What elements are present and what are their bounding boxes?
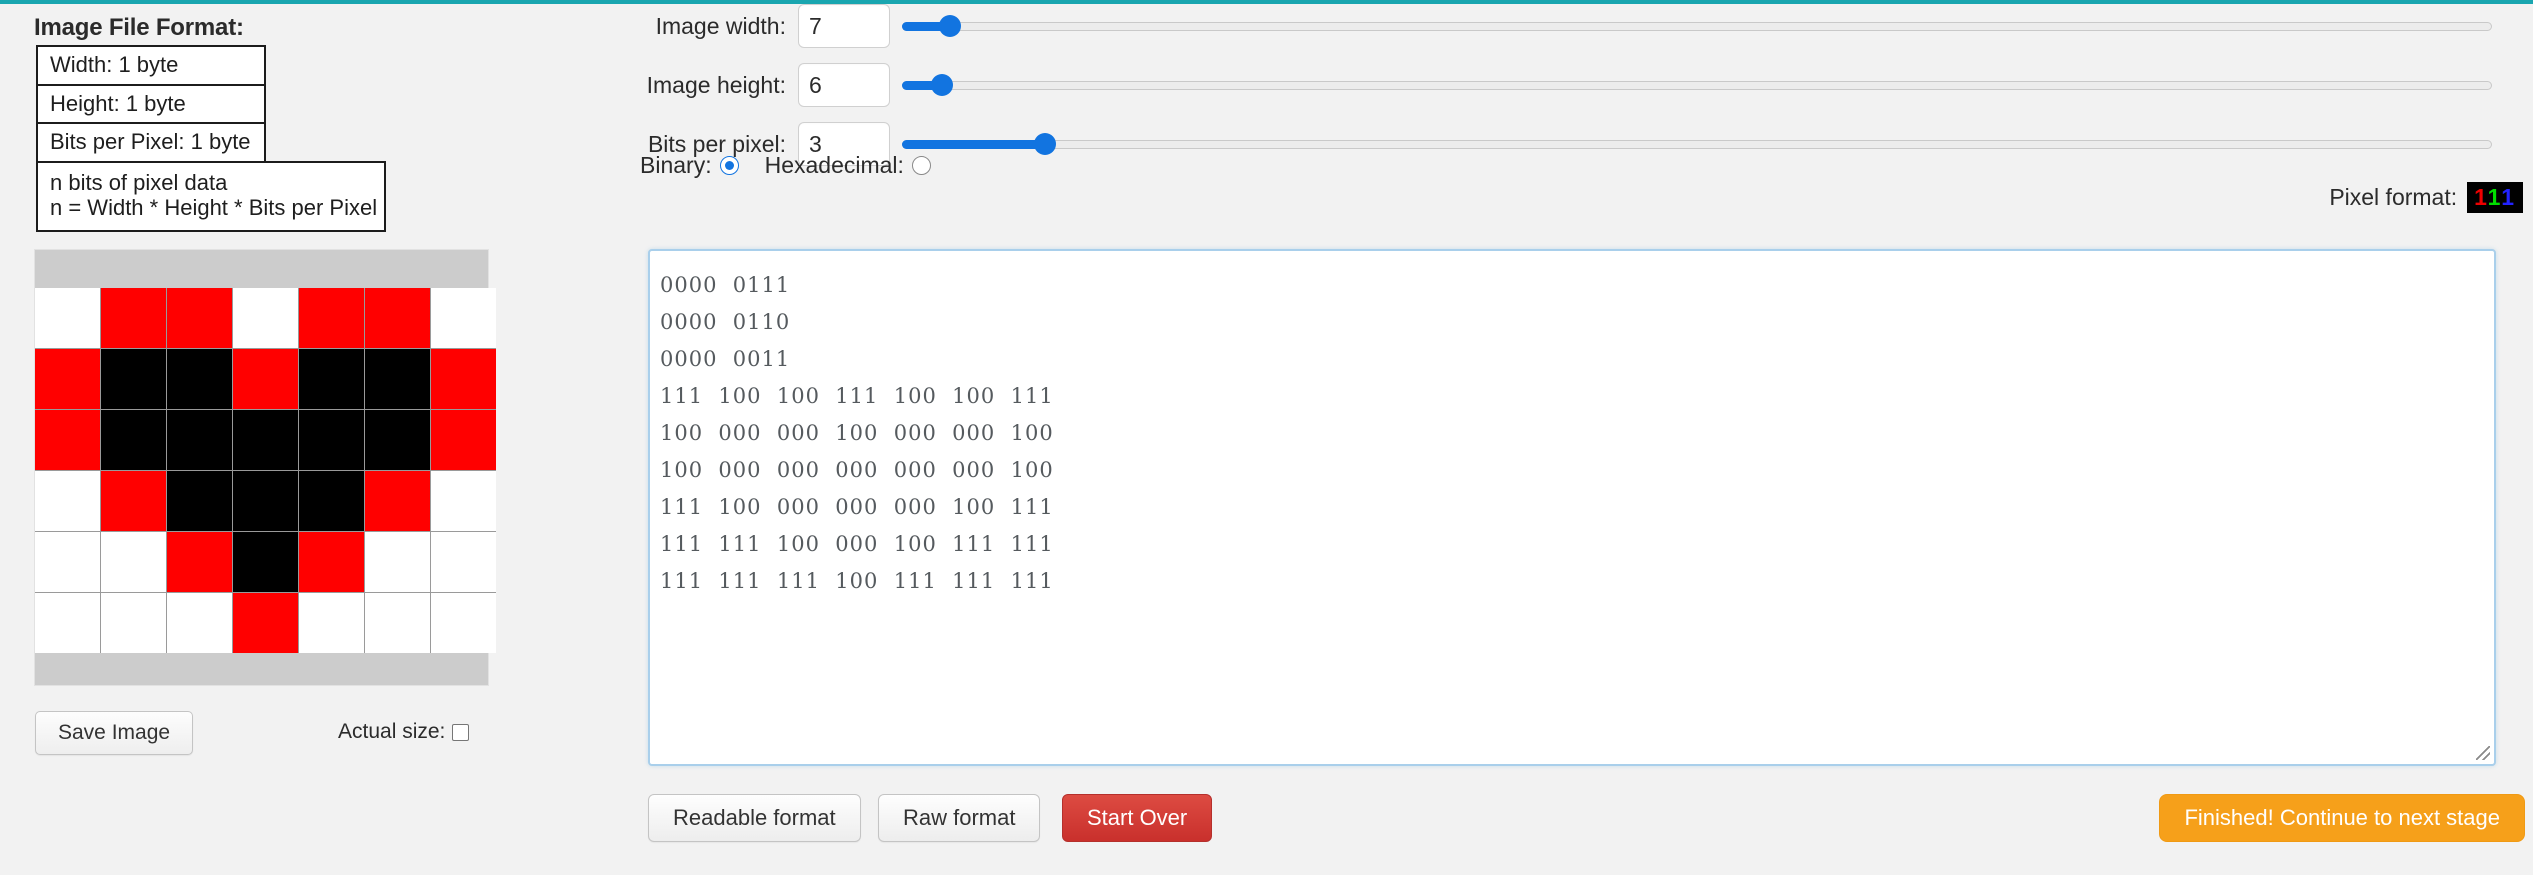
image-height-slider-track[interactable] xyxy=(902,81,2492,90)
pixel-cell-r6-c7[interactable] xyxy=(431,593,496,653)
image-width-slider-thumb[interactable] xyxy=(938,15,961,37)
pixel-cell-r5-c5[interactable] xyxy=(299,532,364,592)
pixel-cell-r2-c5[interactable] xyxy=(299,349,364,409)
image-width-slider[interactable] xyxy=(902,15,2492,37)
pixel-cell-r1-c2[interactable] xyxy=(101,288,166,348)
pixel-data-textarea[interactable]: 0000 0111 0000 0110 0000 0011 111 100 10… xyxy=(648,249,2496,766)
pixel-cell-r1-c3[interactable] xyxy=(167,288,232,348)
format-row-width: Width: 1 byte xyxy=(36,45,266,86)
pixel-cell-r3-c4[interactable] xyxy=(233,410,298,470)
finish-continue-button[interactable]: Finished! Continue to next stage xyxy=(2159,794,2525,842)
file-format-diagram: Width: 1 byte Height: 1 byte Bits per Pi… xyxy=(36,45,386,233)
pixel-cell-r6-c5[interactable] xyxy=(299,593,364,653)
pixel-format-swatch: 111 xyxy=(2467,182,2523,214)
pixel-cell-r4-c5[interactable] xyxy=(299,471,364,531)
pixel-format-indicator: Pixel format: 111 xyxy=(2329,182,2523,214)
image-width-slider-track[interactable] xyxy=(902,22,2492,31)
image-height-slider-thumb[interactable] xyxy=(930,74,953,96)
pixel-cell-r2-c7[interactable] xyxy=(431,349,496,409)
pixel-cell-r6-c6[interactable] xyxy=(365,593,430,653)
page-title: Image File Format: xyxy=(34,14,244,41)
right-panel: Image width: 7 Image height: 6 Bits per … xyxy=(640,4,2533,875)
pixel-cell-r3-c1[interactable] xyxy=(35,410,100,470)
pixel-cell-r6-c1[interactable] xyxy=(35,593,100,653)
format-row-pixel-data: n bits of pixel data n = Width * Height … xyxy=(36,160,386,233)
pixel-cell-r5-c6[interactable] xyxy=(365,532,430,592)
pixel-cell-r4-c6[interactable] xyxy=(365,471,430,531)
image-width-input[interactable]: 7 xyxy=(798,4,890,48)
pixel-cell-r3-c6[interactable] xyxy=(365,410,430,470)
pixel-cell-r3-c5[interactable] xyxy=(299,410,364,470)
pixel-cell-r4-c7[interactable] xyxy=(431,471,496,531)
bits-per-pixel-slider-fill xyxy=(902,140,1046,149)
pixel-cell-r4-c1[interactable] xyxy=(35,471,100,531)
pixel-cell-r2-c2[interactable] xyxy=(101,349,166,409)
image-width-label: Image width: xyxy=(655,12,786,39)
pixel-cell-r4-c4[interactable] xyxy=(233,471,298,531)
pixel-cell-r1-c7[interactable] xyxy=(431,288,496,348)
image-height-label: Image height: xyxy=(646,71,786,98)
left-panel: Image File Format: Width: 1 byte Height:… xyxy=(0,4,640,875)
binary-label: Binary: xyxy=(640,152,712,178)
pixel-cell-r2-c4[interactable] xyxy=(233,349,298,409)
pixel-cell-r6-c4[interactable] xyxy=(233,593,298,653)
app-root: Image File Format: Width: 1 byte Height:… xyxy=(0,0,2533,875)
bits-per-pixel-slider[interactable] xyxy=(902,133,2492,155)
pixel-cell-r4-c3[interactable] xyxy=(167,471,232,531)
pixel-data-text[interactable]: 0000 0111 0000 0110 0000 0011 111 100 10… xyxy=(650,251,2494,600)
pixel-grid[interactable] xyxy=(35,288,496,653)
textarea-resize-handle[interactable] xyxy=(2476,746,2490,760)
actual-size-checkbox[interactable] xyxy=(452,723,470,741)
pixel-cell-r1-c1[interactable] xyxy=(35,288,100,348)
start-over-button[interactable]: Start Over xyxy=(1062,794,1213,842)
bits-per-pixel-slider-thumb[interactable] xyxy=(1034,133,1057,155)
format-row-height: Height: 1 byte xyxy=(36,83,266,125)
hexadecimal-radio[interactable] xyxy=(911,156,931,175)
raw-format-button[interactable]: Raw format xyxy=(878,794,1041,842)
binary-radio[interactable] xyxy=(719,156,739,175)
readable-format-button[interactable]: Readable format xyxy=(648,794,861,842)
pixel-cell-r5-c2[interactable] xyxy=(101,532,166,592)
pixel-cell-r3-c7[interactable] xyxy=(431,410,496,470)
pixel-format-green-bit: 1 xyxy=(2487,184,2502,210)
image-height-input[interactable]: 6 xyxy=(798,63,890,107)
actual-size-control[interactable]: Actual size: xyxy=(338,720,470,744)
image-height-slider[interactable] xyxy=(902,74,2492,96)
pixel-cell-r1-c6[interactable] xyxy=(365,288,430,348)
format-note-line-2: n = Width * Height * Bits per Pixel xyxy=(50,194,378,220)
pixel-format-red-bit: 1 xyxy=(2474,184,2488,210)
pixel-cell-r6-c2[interactable] xyxy=(101,593,166,653)
image-preview-canvas[interactable] xyxy=(34,249,496,686)
pixel-cell-r4-c2[interactable] xyxy=(101,471,166,531)
pixel-cell-r5-c7[interactable] xyxy=(431,532,496,592)
pixel-cell-r1-c4[interactable] xyxy=(233,288,298,348)
format-row-bits-per-pixel: Bits per Pixel: 1 byte xyxy=(36,122,266,163)
pixel-cell-r2-c6[interactable] xyxy=(365,349,430,409)
encoding-radio-group: Binary: Hexadecimal: xyxy=(640,152,957,179)
pixel-cell-r5-c1[interactable] xyxy=(35,532,100,592)
pixel-cell-r2-c1[interactable] xyxy=(35,349,100,409)
actual-size-label: Actual size: xyxy=(338,720,446,743)
pixel-format-blue-bit: 1 xyxy=(2501,184,2516,210)
bits-per-pixel-slider-track[interactable] xyxy=(902,140,2492,149)
pixel-cell-r1-c5[interactable] xyxy=(299,288,364,348)
pixel-format-label: Pixel format: xyxy=(2329,184,2458,211)
save-image-button[interactable]: Save Image xyxy=(35,711,194,755)
format-note-line-1: n bits of pixel data xyxy=(50,169,228,195)
pixel-cell-r5-c4[interactable] xyxy=(233,532,298,592)
pixel-cell-r5-c3[interactable] xyxy=(167,532,232,592)
image-width-control: Image width: 7 xyxy=(640,4,2492,48)
pixel-cell-r6-c3[interactable] xyxy=(167,593,232,653)
image-height-control: Image height: 6 xyxy=(640,63,2492,107)
pixel-cell-r3-c2[interactable] xyxy=(101,410,166,470)
pixel-cell-r3-c3[interactable] xyxy=(167,410,232,470)
hexadecimal-label: Hexadecimal: xyxy=(764,152,904,178)
pixel-cell-r2-c3[interactable] xyxy=(167,349,232,409)
